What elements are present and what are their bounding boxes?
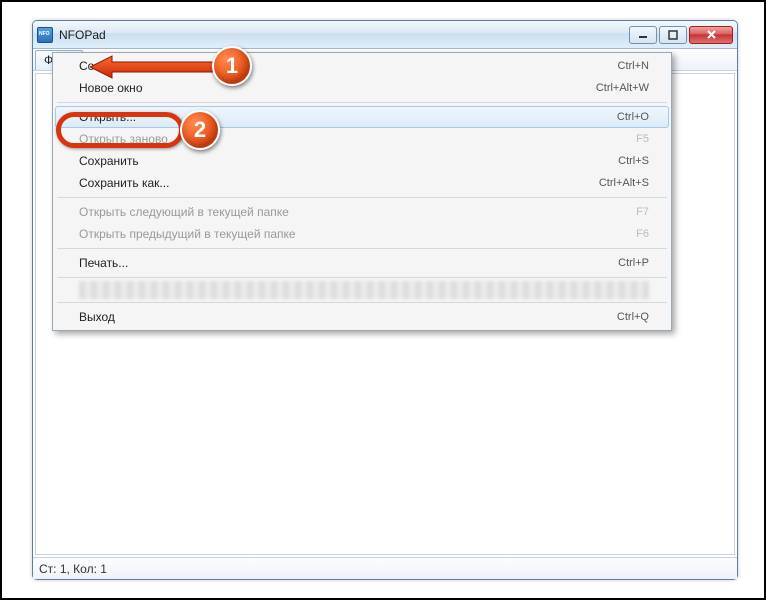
window-controls bbox=[629, 26, 733, 44]
menu-item-shortcut: Ctrl+O bbox=[617, 111, 649, 123]
menu-item[interactable]: Сохранить как...Ctrl+Alt+S bbox=[55, 172, 669, 194]
menu-item-label: Открыть заново bbox=[79, 132, 636, 146]
menu-separator bbox=[57, 197, 667, 198]
file-menu-dropdown: СоздатьCtrl+NНовое окноCtrl+Alt+WОткрыть… bbox=[52, 52, 672, 331]
minimize-button[interactable] bbox=[629, 26, 657, 44]
menu-item-shortcut: F7 bbox=[636, 206, 649, 218]
menu-item-shortcut: F6 bbox=[636, 228, 649, 240]
statusbar: Ст: 1, Кол: 1 bbox=[33, 557, 737, 579]
menu-item[interactable]: Открыть...Ctrl+O bbox=[55, 106, 669, 128]
maximize-button[interactable] bbox=[659, 26, 687, 44]
menu-item[interactable]: ВыходCtrl+Q bbox=[55, 306, 669, 328]
menu-item-shortcut: Ctrl+Alt+S bbox=[599, 177, 649, 189]
menu-separator bbox=[57, 302, 667, 303]
window-title: NFOPad bbox=[59, 28, 629, 42]
menu-item-shortcut: Ctrl+P bbox=[618, 257, 649, 269]
menu-item-label: Создать bbox=[79, 59, 618, 73]
menu-item-label: Открыть следующий в текущей папке bbox=[79, 205, 636, 219]
recent-files-blurred[interactable] bbox=[79, 281, 649, 299]
menu-item[interactable]: Печать...Ctrl+P bbox=[55, 252, 669, 274]
menu-item[interactable]: СоздатьCtrl+N bbox=[55, 55, 669, 77]
menu-item[interactable]: Новое окноCtrl+Alt+W bbox=[55, 77, 669, 99]
menu-separator bbox=[57, 248, 667, 249]
menu-item: Открыть предыдущий в текущей папкеF6 bbox=[55, 223, 669, 245]
menu-item-shortcut: Ctrl+S bbox=[618, 155, 649, 167]
menu-item-label: Печать... bbox=[79, 256, 618, 270]
menu-item-label: Выход bbox=[79, 310, 617, 324]
menu-item-shortcut: F5 bbox=[636, 133, 649, 145]
menu-item: Открыть зановоF5 bbox=[55, 128, 669, 150]
menu-item-shortcut: Ctrl+N bbox=[618, 60, 649, 72]
menu-item-shortcut: Ctrl+Q bbox=[617, 311, 649, 323]
menu-item: Открыть следующий в текущей папкеF7 bbox=[55, 201, 669, 223]
titlebar[interactable]: NFOPad bbox=[33, 21, 737, 49]
menu-item-label: Новое окно bbox=[79, 81, 596, 95]
cursor-position: Ст: 1, Кол: 1 bbox=[39, 562, 107, 576]
menu-item-label: Сохранить bbox=[79, 154, 618, 168]
menu-item-label: Открыть предыдущий в текущей папке bbox=[79, 227, 636, 241]
menu-separator bbox=[57, 102, 667, 103]
menu-item[interactable]: СохранитьCtrl+S bbox=[55, 150, 669, 172]
close-button[interactable] bbox=[689, 26, 733, 44]
app-icon bbox=[37, 27, 53, 43]
menu-item-label: Сохранить как... bbox=[79, 176, 599, 190]
menu-item-label: Открыть... bbox=[79, 110, 617, 124]
menu-item-shortcut: Ctrl+Alt+W bbox=[596, 82, 649, 94]
menu-separator bbox=[57, 277, 667, 278]
